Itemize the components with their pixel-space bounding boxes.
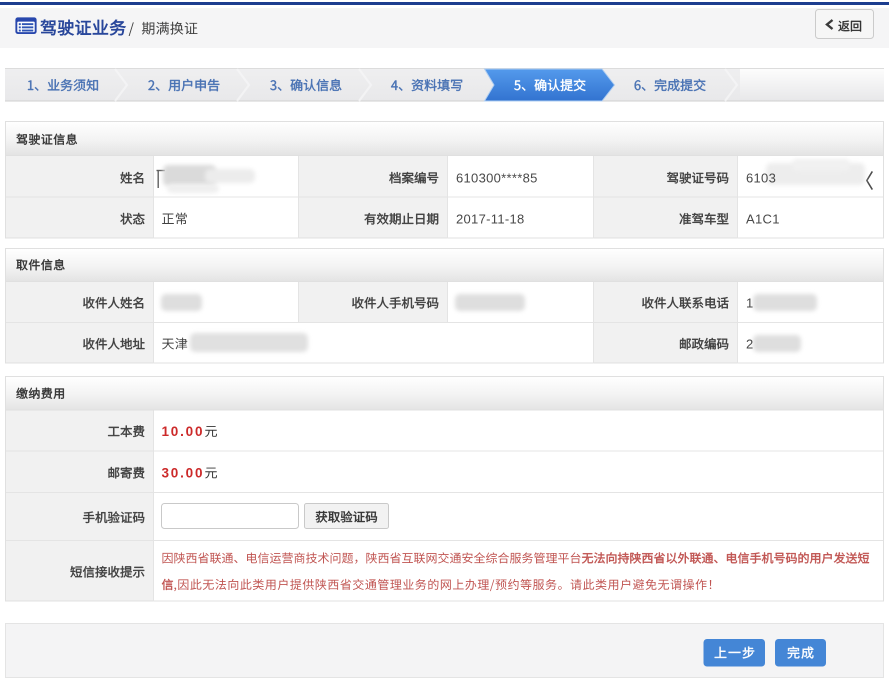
svg-text:6103: 6103	[746, 171, 776, 186]
svg-text:10.00: 10.00	[162, 424, 205, 439]
svg-text:A1C1: A1C1	[746, 212, 780, 227]
svg-text:1: 1	[746, 296, 754, 311]
svg-text:2: 2	[746, 337, 754, 352]
svg-text:30.00: 30.00	[162, 466, 205, 481]
svg-text:2017-11-18: 2017-11-18	[456, 212, 525, 227]
svg-text:610300****85: 610300****85	[456, 171, 538, 186]
